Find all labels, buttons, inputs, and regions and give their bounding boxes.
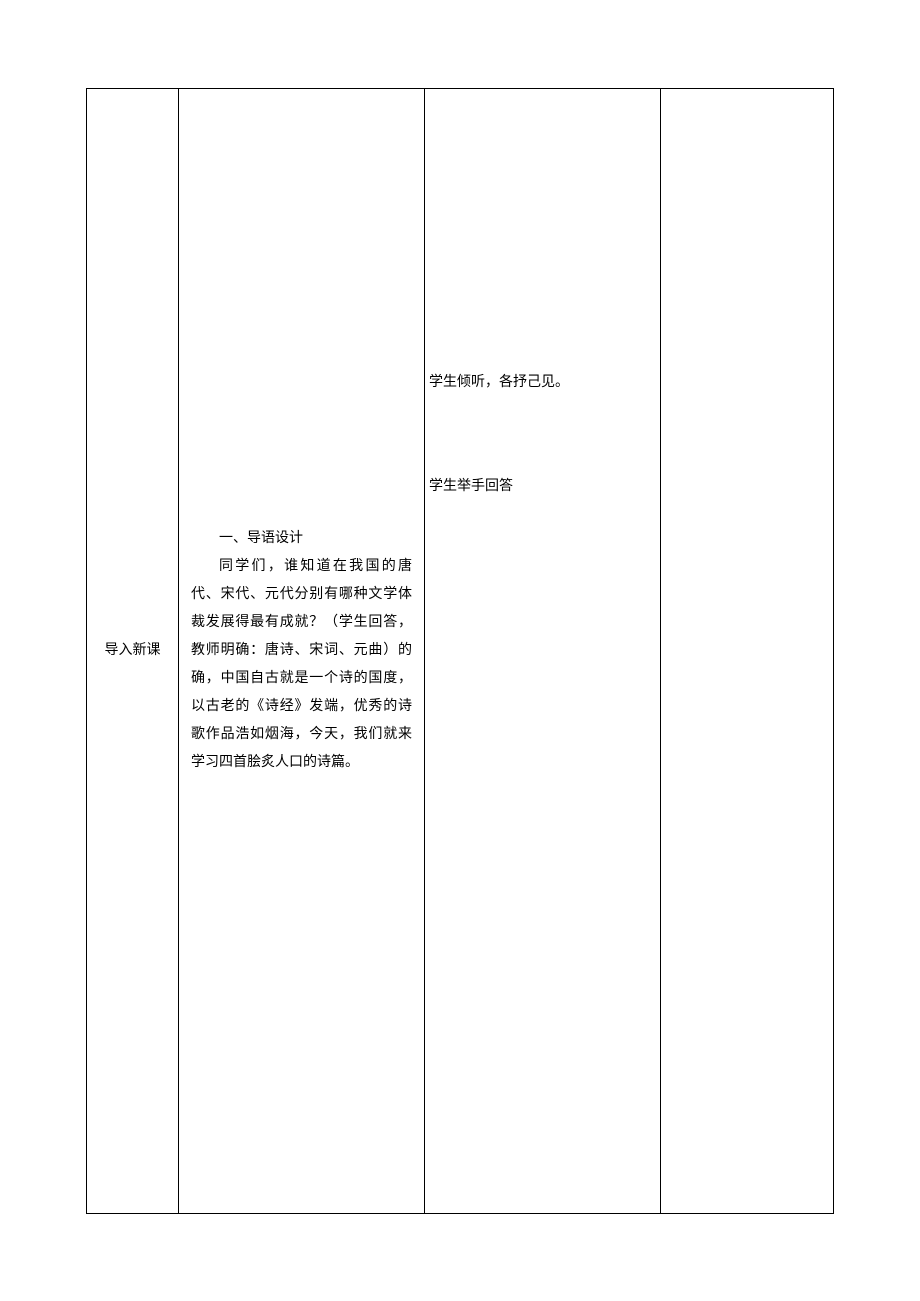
student-line-2: 学生举手回答 bbox=[429, 473, 656, 501]
cell-teacher-activity: 一、导语设计 同学们，谁知道在我国的唐代、宋代、元代分别有哪种文学体裁发展得最有… bbox=[179, 89, 425, 1214]
cell-notes bbox=[661, 89, 834, 1214]
cell-stage: 导入新课 bbox=[87, 89, 179, 1214]
lesson-table: 导入新课 一、导语设计 同学们，谁知道在我国的唐代、宋代、元代分别有哪种文学体裁… bbox=[86, 88, 834, 1214]
stage-label: 导入新课 bbox=[87, 640, 178, 662]
teacher-activity-content: 一、导语设计 同学们，谁知道在我国的唐代、宋代、元代分别有哪种文学体裁发展得最有… bbox=[179, 525, 424, 777]
intro-paragraph: 同学们，谁知道在我国的唐代、宋代、元代分别有哪种文学体裁发展得最有成就？（学生回… bbox=[191, 553, 412, 777]
student-line-1: 学生倾听，各抒己见。 bbox=[429, 369, 656, 397]
table-row: 导入新课 一、导语设计 同学们，谁知道在我国的唐代、宋代、元代分别有哪种文学体裁… bbox=[87, 89, 834, 1214]
student-activity-content: 学生倾听，各抒己见。 学生举手回答 bbox=[425, 89, 660, 1213]
section-title: 一、导语设计 bbox=[191, 525, 412, 553]
cell-student-activity: 学生倾听，各抒己见。 学生举手回答 bbox=[425, 89, 661, 1214]
page: 导入新课 一、导语设计 同学们，谁知道在我国的唐代、宋代、元代分别有哪种文学体裁… bbox=[0, 0, 920, 1301]
